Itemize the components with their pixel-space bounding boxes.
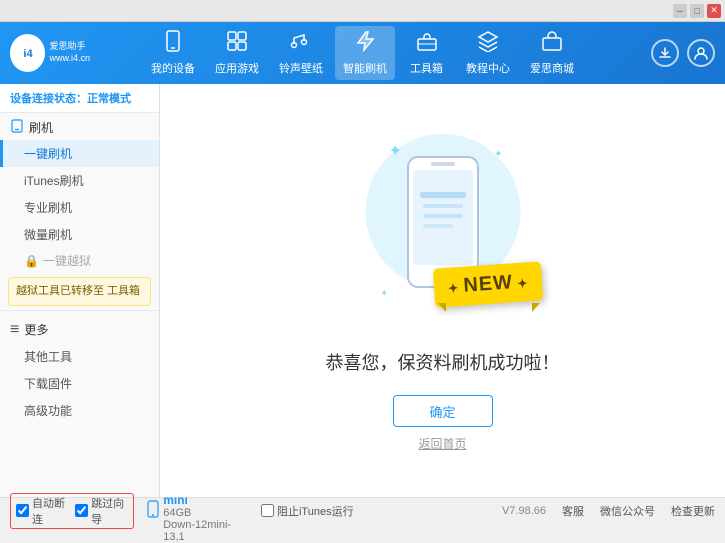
svg-text:i4: i4 [23, 48, 33, 60]
new-badge: ✦ NEW ✦ [433, 261, 544, 307]
download-button[interactable] [651, 39, 679, 67]
minimize-button[interactable]: ─ [673, 4, 687, 18]
nav-item-tutorial[interactable]: 教程中心 [458, 26, 518, 80]
sparkle-icon: ✦ [389, 141, 402, 161]
sparkle-icon-3: ✦ [381, 288, 389, 299]
nav-item-toolbox[interactable]: 工具箱 [399, 26, 454, 80]
store-icon [541, 30, 563, 58]
logo-text: 爱思助手 www.i4.cn [49, 41, 90, 64]
sidebar: 设备连接状态：正常模式 刷机 一键刷机 iTunes刷机 专业刷机 微量刷机 🔒 [0, 84, 160, 497]
device-storage: 64GB [163, 507, 241, 519]
main-nav: 我的设备 应用游戏 铃声壁纸 [90, 26, 635, 80]
logo-icon: i4 [10, 34, 45, 72]
skip-wizard-checkbox[interactable]: 跳过向导 [75, 495, 128, 527]
bottom-bar: 自动断连 跳过向导 iPhone 12 mini 64GB Down-12min… [0, 497, 725, 523]
sidebar-item-restore-flash[interactable]: 微量刷机 [0, 221, 159, 248]
nav-item-apps[interactable]: 应用游戏 [207, 26, 267, 80]
title-bar: ─ □ ✕ [0, 0, 725, 22]
bottom-right: V7.98.66 客服 微信公众号 检查更新 [502, 503, 715, 519]
version-label: V7.98.66 [502, 505, 546, 517]
skip-wizard-input[interactable] [75, 504, 88, 517]
flash-section-icon [10, 119, 24, 136]
sidebar-item-other-tools[interactable]: 其他工具 [0, 343, 159, 370]
flash-icon [354, 30, 376, 58]
checkbox-group: 自动断连 跳过向导 [10, 493, 134, 529]
main-layout: 设备连接状态：正常模式 刷机 一键刷机 iTunes刷机 专业刷机 微量刷机 🔒 [0, 84, 725, 497]
lock-icon: 🔒 [24, 254, 39, 268]
device-icon [162, 30, 184, 58]
confirm-button[interactable]: 确定 [393, 395, 493, 427]
locked-jailbreak: 🔒 一键越狱 [0, 248, 159, 273]
ringtone-icon [290, 30, 312, 58]
nav-item-ringtones[interactable]: 铃声壁纸 [271, 26, 331, 80]
tutorial-icon [477, 30, 499, 58]
more-section-title[interactable]: ≡ 更多 [0, 315, 159, 343]
sidebar-divider [0, 310, 159, 311]
apps-icon [226, 30, 248, 58]
main-content: ✦ ✦ ✦ ✦ NEW ✦ [160, 84, 725, 497]
user-button[interactable] [687, 39, 715, 67]
auto-disconnect-input[interactable] [16, 504, 29, 517]
success-message: 恭喜您，保资料刷机成功啦！ [326, 349, 560, 375]
device-version: Down-12mini-13,1 [163, 519, 241, 543]
sidebar-item-one-click-flash[interactable]: 一键刷机 [0, 140, 159, 167]
flash-section-title[interactable]: 刷机 [0, 113, 159, 140]
sidebar-item-pro-flash[interactable]: 专业刷机 [0, 194, 159, 221]
update-link[interactable]: 检查更新 [671, 503, 715, 519]
connection-status: 设备连接状态：正常模式 [0, 84, 159, 113]
header: i4 爱思助手 www.i4.cn 我的设备 [0, 22, 725, 84]
logo-area: i4 爱思助手 www.i4.cn [10, 34, 90, 72]
more-section-icon: ≡ [10, 321, 19, 339]
block-itunes-checkbox[interactable]: 阻止iTunes运行 [261, 503, 354, 519]
nav-item-my-device[interactable]: 我的设备 [143, 26, 203, 80]
sidebar-item-download-firmware[interactable]: 下载固件 [0, 370, 159, 397]
nav-item-store[interactable]: 爱思商城 [522, 26, 582, 80]
phone-small-icon [147, 500, 159, 521]
footer-note: 阻止iTunes运行 [251, 503, 492, 519]
close-button[interactable]: ✕ [707, 4, 721, 18]
success-illustration: ✦ ✦ ✦ ✦ NEW ✦ [353, 129, 533, 329]
service-link[interactable]: 客服 [562, 503, 584, 519]
wechat-link[interactable]: 微信公众号 [600, 503, 655, 519]
header-right [635, 39, 715, 67]
sparkle-icon-2: ✦ [494, 149, 502, 160]
auto-disconnect-checkbox[interactable]: 自动断连 [16, 495, 69, 527]
sidebar-item-advanced[interactable]: 高级功能 [0, 397, 159, 424]
jailbreak-note: 越狱工具已转移至 工具箱 [8, 277, 151, 306]
toolbox-icon [416, 30, 438, 58]
return-home-link[interactable]: 返回首页 [418, 435, 466, 452]
sidebar-item-itunes-flash[interactable]: iTunes刷机 [0, 167, 159, 194]
block-itunes-input[interactable] [261, 504, 274, 517]
nav-item-smart-flash[interactable]: 智能刷机 [335, 26, 395, 80]
maximize-button[interactable]: □ [690, 4, 704, 18]
